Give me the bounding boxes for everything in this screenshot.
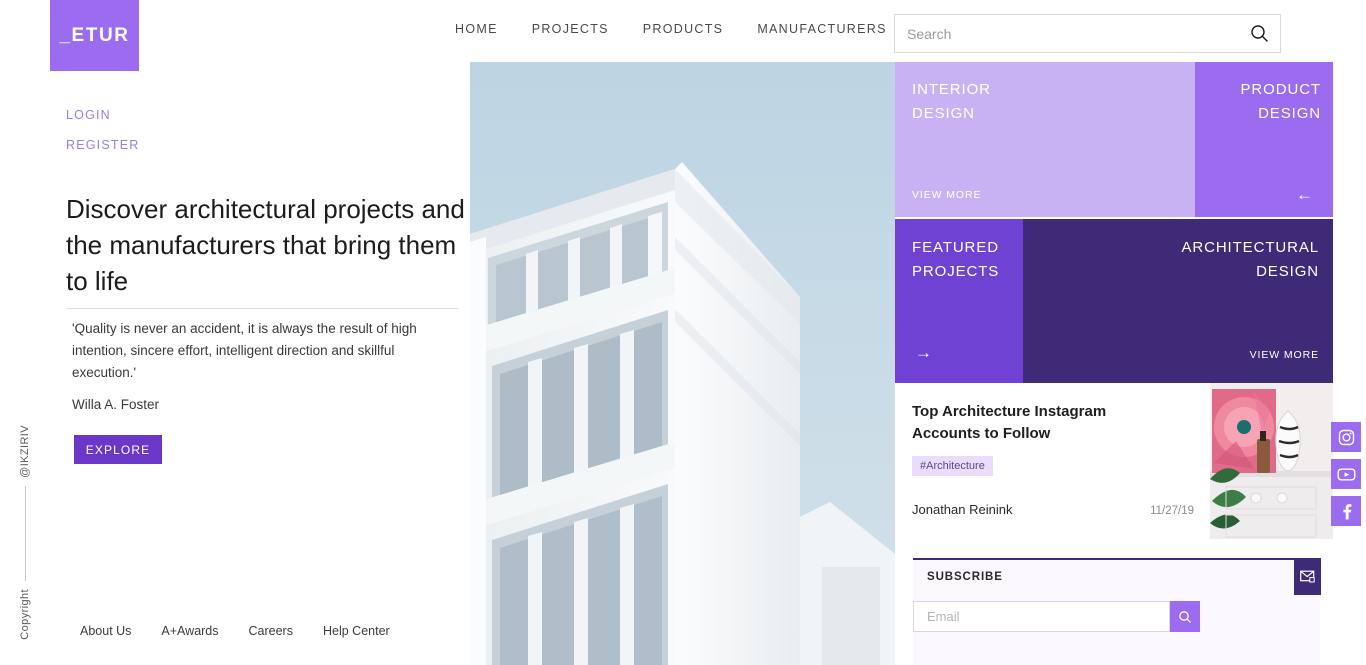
tile-architectural-design-view-more[interactable]: VIEW MORE — [1250, 349, 1319, 361]
main-nav: HOME PROJECTS PRODUCTS MANUFACTURERS — [455, 22, 887, 36]
mail-tab-button[interactable] — [1294, 558, 1321, 595]
mail-icon — [1300, 570, 1315, 583]
headline-divider — [66, 308, 459, 309]
login-link[interactable]: LOGIN — [66, 108, 140, 122]
logo[interactable]: _ETUR — [50, 0, 139, 71]
auth-links: LOGIN REGISTER — [66, 108, 140, 168]
article-card[interactable]: Top Architecture Instagram Accounts to F… — [895, 383, 1333, 539]
hero-image — [470, 62, 895, 665]
article-date: 11/27/19 — [1150, 505, 1194, 517]
article-author: Jonathan Reinink — [912, 502, 1013, 517]
facebook-icon — [1342, 503, 1351, 519]
social-links — [1331, 422, 1361, 533]
instagram-icon — [1338, 429, 1354, 445]
page-title: Discover architectural projects and the … — [66, 194, 465, 296]
social-link-instagram[interactable] — [1331, 422, 1361, 452]
footer-link-about-us[interactable]: About Us — [80, 624, 131, 638]
nav-item-products[interactable]: PRODUCTS — [643, 22, 724, 36]
tile-interior-design-view-more[interactable]: VIEW MORE — [912, 189, 981, 201]
nav-item-manufacturers[interactable]: MANUFACTURERS — [757, 22, 886, 36]
register-link[interactable]: REGISTER — [66, 138, 140, 152]
left-rail: @IKZIRIV Copyright — [0, 0, 50, 665]
search-button[interactable] — [1238, 15, 1280, 52]
tile-architectural-design[interactable]: ARCHITECTURAL DESIGN VIEW MORE — [1023, 219, 1333, 383]
article-title: Top Architecture Instagram Accounts to F… — [912, 403, 1107, 442]
arrow-right-icon[interactable]: → — [915, 344, 932, 361]
quote-block: 'Quality is never an accident, it is alw… — [72, 318, 444, 415]
article-thumbnail-illustration — [1210, 383, 1333, 539]
email-field[interactable] — [913, 601, 1170, 632]
tile-featured-projects[interactable]: FEATURED PROJECTS → — [895, 219, 1023, 383]
footer-link-a-awards[interactable]: A+Awards — [161, 624, 218, 638]
footer-link-help-center[interactable]: Help Center — [323, 624, 390, 638]
article-body: Top Architecture Instagram Accounts to F… — [895, 383, 1210, 539]
subscribe-form — [913, 601, 1200, 632]
article-meta: Jonathan Reinink 11/27/19 — [912, 502, 1194, 517]
tile-featured-projects-title: FEATURED PROJECTS — [912, 239, 1000, 280]
tile-interior-design[interactable]: INTERIOR DESIGN VIEW MORE — [895, 62, 1195, 217]
youtube-icon — [1337, 468, 1356, 481]
logo-text: _ETUR — [59, 24, 130, 46]
social-link-youtube[interactable] — [1331, 459, 1361, 489]
tile-interior-design-title: INTERIOR DESIGN — [912, 81, 991, 122]
article-thumbnail — [1210, 383, 1333, 539]
tile-product-design[interactable]: PRODUCT DESIGN ← — [1195, 62, 1333, 217]
nav-item-projects[interactable]: PROJECTS — [532, 22, 609, 36]
search-icon — [1179, 610, 1192, 623]
search-input[interactable] — [895, 15, 1238, 52]
arrow-left-icon[interactable]: ← — [1296, 186, 1313, 203]
article-tag[interactable]: #Architecture — [912, 455, 993, 476]
tile-product-design-title: PRODUCT DESIGN — [1240, 81, 1321, 122]
left-rail-inner: @IKZIRIV Copyright — [14, 425, 36, 640]
search-bar — [894, 14, 1281, 53]
social-handle-text: @IKZIRIV — [19, 425, 31, 478]
footer-links: About Us A+Awards Careers Help Center — [80, 624, 390, 638]
footer-link-careers[interactable]: Careers — [249, 624, 293, 638]
tile-architectural-design-title: ARCHITECTURAL DESIGN — [1181, 239, 1319, 280]
search-icon — [1250, 25, 1268, 42]
rail-divider-line — [24, 485, 26, 582]
social-link-facebook[interactable] — [1331, 496, 1361, 526]
quote-author: Willa A. Foster — [72, 396, 160, 412]
nav-item-home[interactable]: HOME — [455, 22, 498, 36]
subscribe-label: SUBSCRIBE — [927, 571, 1003, 583]
quote-text: 'Quality is never an accident, it is alw… — [72, 321, 417, 380]
subscribe-submit-button[interactable] — [1170, 601, 1200, 632]
subscribe-panel: SUBSCRIBE — [913, 558, 1320, 665]
explore-button[interactable]: EXPLORE — [74, 435, 162, 464]
copyright-text: Copyright — [19, 589, 31, 640]
hero-building-illustration — [470, 62, 895, 665]
page-root: @IKZIRIV Copyright _ETUR HOME PROJECTS P… — [0, 0, 1366, 665]
